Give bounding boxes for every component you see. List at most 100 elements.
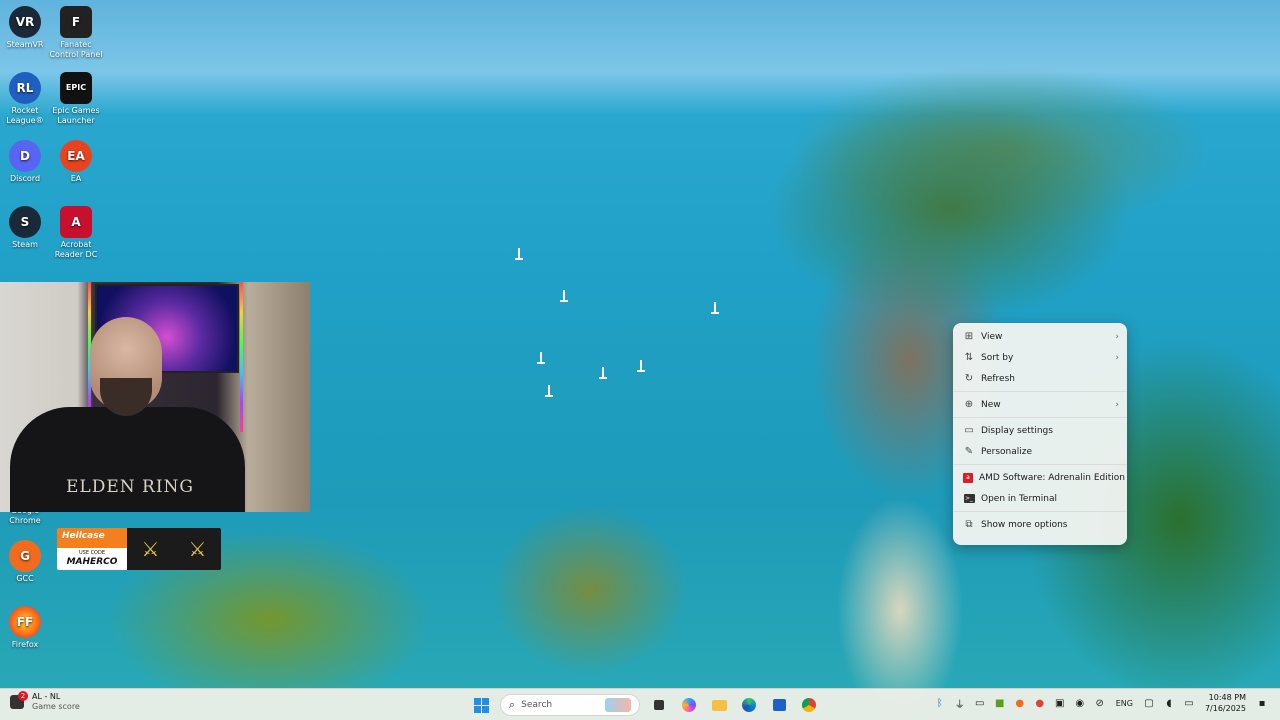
search-placeholder: Search bbox=[521, 700, 553, 710]
sort-icon: ⇅ bbox=[964, 352, 974, 363]
gcc-tray-icon[interactable]: ● bbox=[1013, 696, 1027, 710]
menu-item-label: AMD Software: Adrenalin Edition bbox=[979, 472, 1125, 483]
widget-icon: 2 bbox=[10, 691, 28, 709]
clock[interactable]: 10:48 PM 7/16/2025 bbox=[1205, 692, 1246, 714]
menu-item-sort-by[interactable]: ⇅ Sort by › bbox=[953, 347, 1127, 368]
app-tray-icon[interactable]: ▭ bbox=[973, 696, 987, 710]
nvidia-icon[interactable]: ■ bbox=[993, 696, 1007, 710]
search-highlight-icon bbox=[605, 698, 631, 712]
widget-subtitle: Game score bbox=[32, 702, 80, 711]
firefox-icon: FF bbox=[9, 606, 41, 638]
language-indicator[interactable]: ENG bbox=[1116, 699, 1133, 708]
shirt-text: ELDEN RING bbox=[66, 477, 194, 497]
menu-item-open-terminal[interactable]: >_ Open in Terminal bbox=[953, 488, 1127, 509]
taskbar: 2 AL - NL Game score ⌕ Search ᛒ ⏚ ▭ ■ ● … bbox=[0, 688, 1280, 720]
file-explorer-button[interactable] bbox=[707, 693, 731, 717]
menu-item-display-settings[interactable]: ▭ Display settings bbox=[953, 420, 1127, 441]
webcam-overlay: ELDEN RING bbox=[0, 282, 310, 512]
gpu-tray-icon[interactable]: ▣ bbox=[1053, 696, 1067, 710]
menu-item-label: Show more options bbox=[981, 519, 1068, 530]
steam-tray-icon[interactable]: ◉ bbox=[1073, 696, 1087, 710]
volume-icon[interactable]: ◖ bbox=[1162, 696, 1176, 710]
menu-item-show-more-options[interactable]: ⧉ Show more options bbox=[953, 514, 1127, 535]
bluetooth-icon[interactable]: ᛒ bbox=[933, 696, 947, 710]
store-button[interactable] bbox=[767, 693, 791, 717]
menu-item-amd-software[interactable]: a AMD Software: Adrenalin Edition bbox=[953, 467, 1127, 488]
epic-games-icon: EPIC bbox=[60, 72, 92, 104]
notification-bell-icon[interactable]: ▪ bbox=[1255, 696, 1269, 710]
desktop-context-menu: ⊞ View › ⇅ Sort by › ↻ Refresh ⊕ New › ▭… bbox=[953, 323, 1127, 545]
menu-item-label: View bbox=[981, 331, 1003, 342]
notification-badge: 2 bbox=[18, 691, 28, 701]
taskbar-search[interactable]: ⌕ Search bbox=[500, 694, 640, 716]
menu-item-label: New bbox=[981, 399, 1001, 410]
desktop-icon-steam[interactable]: S Steam bbox=[0, 206, 53, 250]
store-icon bbox=[772, 699, 786, 711]
grid-icon: ⊞ bbox=[964, 331, 974, 342]
steam-icon: S bbox=[9, 206, 41, 238]
desktop-icon-ea[interactable]: EA EA bbox=[48, 140, 104, 184]
menu-separator bbox=[953, 464, 1127, 465]
desktop-icon-firefox[interactable]: FF Firefox bbox=[0, 606, 53, 650]
edge-button[interactable] bbox=[737, 693, 761, 717]
chrome-tray-icon[interactable]: ● bbox=[1033, 696, 1047, 710]
menu-item-label: Sort by bbox=[981, 352, 1014, 363]
network-icon[interactable]: ▢ bbox=[1142, 696, 1156, 710]
chrome-icon bbox=[802, 698, 816, 712]
desktop-icon-label: Acrobat Reader DC bbox=[54, 240, 98, 259]
knife-icon: ⚔ bbox=[141, 537, 160, 561]
start-button[interactable] bbox=[469, 693, 493, 717]
desktop-icon-label: Firefox bbox=[11, 640, 39, 649]
usb-icon[interactable]: ⏚ bbox=[953, 696, 967, 711]
copilot-icon bbox=[682, 698, 696, 712]
copilot-button[interactable] bbox=[677, 693, 701, 717]
menu-separator bbox=[953, 511, 1127, 512]
task-view-icon bbox=[654, 700, 664, 710]
menu-separator bbox=[953, 417, 1127, 418]
search-icon: ⌕ bbox=[509, 698, 516, 711]
hellcase-brand: Hellcase bbox=[57, 528, 127, 548]
chevron-right-icon: › bbox=[1115, 352, 1119, 363]
amd-icon: a bbox=[963, 472, 973, 484]
clock-time: 10:48 PM bbox=[1208, 693, 1246, 702]
desktop-icon-gcc[interactable]: G GCC bbox=[0, 540, 53, 584]
network-off-icon[interactable]: ⊘ bbox=[1093, 696, 1107, 710]
desktop-icon-rocket-league[interactable]: RL Rocket League® bbox=[0, 72, 53, 126]
desktop-icon-fanatec[interactable]: F Fanatec Control Panel bbox=[48, 6, 104, 60]
widgets-button[interactable]: 2 AL - NL Game score bbox=[10, 691, 80, 712]
led-strip bbox=[240, 282, 243, 432]
desktop-icon-label: Discord bbox=[9, 174, 41, 183]
more-options-icon: ⧉ bbox=[965, 519, 973, 530]
menu-item-label: Open in Terminal bbox=[981, 493, 1057, 504]
ea-icon: EA bbox=[60, 140, 92, 172]
discord-icon: D bbox=[9, 140, 41, 172]
folder-icon bbox=[711, 699, 727, 711]
menu-item-label: Display settings bbox=[981, 425, 1053, 436]
desktop-icon-epic-games[interactable]: EPIC Epic Games Launcher bbox=[48, 72, 104, 126]
display-icon: ▭ bbox=[964, 425, 974, 436]
battery-icon[interactable]: ▭ bbox=[1182, 696, 1196, 710]
desktop-icon-label: GCC bbox=[16, 574, 34, 583]
hellcase-code-label: USE CODE bbox=[78, 550, 106, 556]
menu-item-personalize[interactable]: ✎ Personalize bbox=[953, 441, 1127, 462]
chevron-right-icon: › bbox=[1115, 399, 1119, 410]
desktop-icon-discord[interactable]: D Discord bbox=[0, 140, 53, 184]
terminal-icon: >_ bbox=[963, 494, 975, 503]
desktop-icon-steamvr[interactable]: VR SteamVR bbox=[0, 6, 53, 50]
steamvr-icon: VR bbox=[9, 6, 41, 38]
knife-icon: ⚔ bbox=[188, 537, 207, 561]
menu-item-new[interactable]: ⊕ New › bbox=[953, 394, 1127, 415]
desktop-icon-acrobat[interactable]: A Acrobat Reader DC bbox=[48, 206, 104, 260]
desktop-icon-label: Epic Games Launcher bbox=[52, 106, 100, 125]
chrome-button[interactable] bbox=[797, 693, 821, 717]
menu-item-refresh[interactable]: ↻ Refresh bbox=[953, 368, 1127, 389]
fanatec-icon: F bbox=[60, 6, 92, 38]
hellcase-banner: Hellcase USE CODE MAHERCO ⚔ ⚔ bbox=[57, 528, 221, 570]
menu-item-view[interactable]: ⊞ View › bbox=[953, 326, 1127, 347]
refresh-icon: ↻ bbox=[964, 373, 974, 384]
desktop-icon-label: EA bbox=[70, 174, 82, 183]
rocket-league-icon: RL bbox=[9, 72, 41, 104]
system-tray: ᛒ ⏚ ▭ ■ ● ● ▣ ◉ ⊘ ENG ▢ ◖ ▭ 10:48 PM 7/1… bbox=[930, 692, 1272, 714]
desktop-icon-label: Rocket League® bbox=[6, 106, 44, 125]
task-view-button[interactable] bbox=[647, 693, 671, 717]
